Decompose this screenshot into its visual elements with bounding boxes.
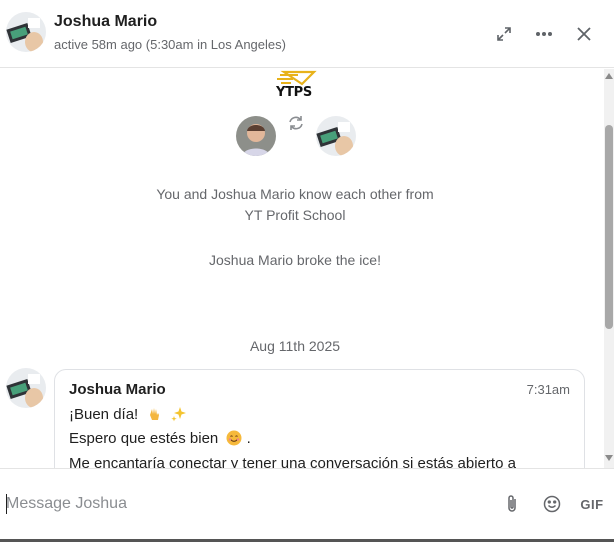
message-text: Espero que estés bien: [69, 430, 219, 447]
community-logo: YTPS: [270, 69, 322, 103]
message-bubble[interactable]: Joshua Mario 7:31am ¡Buen día! Espero qu…: [54, 369, 585, 468]
text-caret: [6, 494, 7, 514]
thread-scrollbar[interactable]: [604, 69, 614, 468]
close-button[interactable]: [572, 22, 596, 46]
shared-community-name: YT Profit School: [244, 207, 346, 223]
contact-avatar-small: [316, 116, 356, 156]
message-line: Me encantaría conectar y tener una conve…: [69, 455, 516, 468]
message-sender[interactable]: Joshua Mario: [69, 381, 166, 398]
waving-hand-icon: [150, 408, 160, 420]
community-logo-text: YTPS: [276, 85, 312, 100]
my-avatar: [236, 116, 276, 156]
message-composer: GIF: [0, 468, 614, 542]
sync-icon: [286, 113, 306, 133]
chat-header: Joshua Mario active 58m ago (5:30am in L…: [0, 0, 614, 68]
gif-button[interactable]: GIF: [578, 493, 606, 515]
scroll-up-arrow-icon[interactable]: [605, 73, 613, 79]
more-horizontal-icon: [536, 32, 552, 36]
sender-avatar[interactable]: [6, 368, 46, 408]
expand-button[interactable]: [492, 22, 516, 46]
attach-file-button[interactable]: [503, 493, 521, 515]
message-input[interactable]: [6, 491, 476, 517]
contact-avatar[interactable]: [6, 12, 46, 52]
more-options-button[interactable]: [532, 22, 556, 46]
emoji-button[interactable]: [542, 493, 562, 515]
expand-icon: [497, 27, 511, 41]
message-text: Me encantaría conectar y tener una conve…: [69, 455, 516, 468]
icebreaker-text: Joshua Mario broke the ice!: [209, 252, 381, 268]
sparkles-icon: [170, 407, 186, 422]
shared-community-text: You and Joshua Mario know each other fro…: [156, 186, 434, 202]
message-time: 7:31am: [526, 382, 570, 397]
message-line: Espero que estés bien .: [69, 430, 251, 447]
scroll-down-arrow-icon[interactable]: [605, 455, 613, 461]
message-line: ¡Buen día!: [69, 406, 187, 423]
message-thread[interactable]: YTPS You and Joshua Mario know each othe…: [0, 69, 604, 468]
scrollbar-thumb[interactable]: [605, 125, 613, 329]
contact-name[interactable]: Joshua Mario: [54, 13, 157, 31]
close-icon: [577, 27, 591, 41]
smiling-face-icon: [226, 430, 242, 446]
paperclip-icon: [508, 495, 516, 512]
emoji-icon: [543, 495, 561, 513]
contact-status: active 58m ago (5:30am in Los Angeles): [54, 37, 286, 52]
message-text-punctuation: .: [246, 430, 251, 447]
date-separator: Aug 11th 2025: [249, 338, 341, 354]
message-text: ¡Buen día!: [69, 406, 139, 423]
